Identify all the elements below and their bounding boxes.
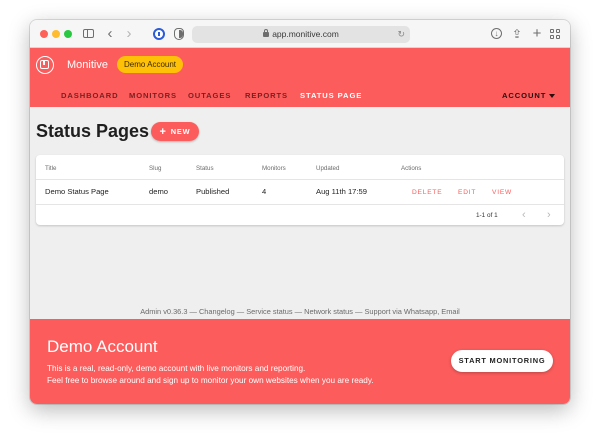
row-title: Demo Status Page <box>45 187 109 196</box>
footer-divider <box>36 204 564 205</box>
nav-status-page[interactable]: STATUS PAGE <box>300 91 362 101</box>
demo-account-badge: Demo Account <box>117 56 184 73</box>
new-status-page-button[interactable]: + NEW <box>151 122 199 141</box>
monitive-logo-icon[interactable] <box>36 56 54 74</box>
browser-toolbar: ‹ › app.monitive.com ↻ ↓ ⇪ + <box>30 20 570 48</box>
browser-window: ‹ › app.monitive.com ↻ ↓ ⇪ + Monitive De… <box>30 20 570 404</box>
nav-reports[interactable]: REPORTS <box>245 91 288 101</box>
row-status: Published <box>196 187 230 196</box>
demo-banner: Demo Account This is a real, read-only, … <box>30 319 570 404</box>
status-pages-table: Title Slug Status Monitors Updated Actio… <box>36 155 564 225</box>
forward-icon[interactable]: › <box>123 26 135 42</box>
footer-links[interactable]: Admin v0.36.3 — Changelog — Service stat… <box>30 307 570 316</box>
column-header-actions: Actions <box>401 165 422 172</box>
row-slug: demo <box>149 187 168 196</box>
view-button[interactable]: VIEW <box>492 188 512 197</box>
caret-down-icon[interactable] <box>549 94 555 98</box>
url-text: app.monitive.com <box>272 29 339 39</box>
address-text-container: app.monitive.com <box>192 26 410 43</box>
row-monitors: 4 <box>262 187 267 196</box>
banner-description-line-1: This is a real, read-only, demo account … <box>47 364 306 373</box>
brand-name[interactable]: Monitive <box>67 58 108 72</box>
new-button-label: NEW <box>170 127 191 136</box>
nav-dashboard[interactable]: DASHBOARD <box>61 91 118 101</box>
column-header-title: Title <box>45 165 57 172</box>
row-updated: Aug 11th 17:59 <box>316 187 367 196</box>
delete-button[interactable]: DELETE <box>412 188 442 197</box>
app-header: Monitive Demo Account DASHBOARD MONITORS… <box>30 48 570 107</box>
download-icon[interactable]: ↓ <box>490 26 504 42</box>
pagination-range: 1-1 of 1 <box>476 212 498 219</box>
account-menu[interactable]: ACCOUNT <box>502 91 546 101</box>
plus-icon: + <box>159 126 167 138</box>
page-title: Status Pages <box>36 121 150 141</box>
close-window-button[interactable] <box>40 30 48 38</box>
tab-overview-icon[interactable] <box>549 26 561 42</box>
shield-icon[interactable] <box>173 26 185 42</box>
start-monitoring-button[interactable]: START MONITORING <box>451 350 553 372</box>
lock-icon <box>263 29 270 37</box>
new-tab-icon[interactable]: + <box>531 26 543 42</box>
column-header-slug: Slug <box>149 165 162 172</box>
sidebar-icon[interactable] <box>82 26 96 42</box>
nav-outages[interactable]: OUTAGES <box>188 91 231 101</box>
banner-description-line-2: Feel free to browse around and sign up t… <box>47 376 374 385</box>
edit-button[interactable]: EDIT <box>458 188 476 197</box>
nav-monitors[interactable]: MONITORS <box>129 91 177 101</box>
header-divider <box>36 179 564 180</box>
zoom-window-button[interactable] <box>64 30 72 38</box>
banner-title: Demo Account <box>47 337 158 356</box>
minimize-window-button[interactable] <box>52 30 60 38</box>
column-header-status: Status <box>196 165 214 172</box>
back-icon[interactable]: ‹ <box>104 26 116 42</box>
address-bar[interactable]: app.monitive.com ↻ <box>192 26 410 43</box>
column-header-updated: Updated <box>316 165 340 172</box>
previous-page-icon[interactable]: ‹ <box>522 208 526 222</box>
column-header-monitors: Monitors <box>262 165 286 172</box>
share-icon[interactable]: ⇪ <box>511 26 523 42</box>
next-page-icon[interactable]: › <box>547 208 551 222</box>
reload-icon[interactable]: ↻ <box>397 26 405 43</box>
password-manager-icon[interactable] <box>152 26 166 42</box>
